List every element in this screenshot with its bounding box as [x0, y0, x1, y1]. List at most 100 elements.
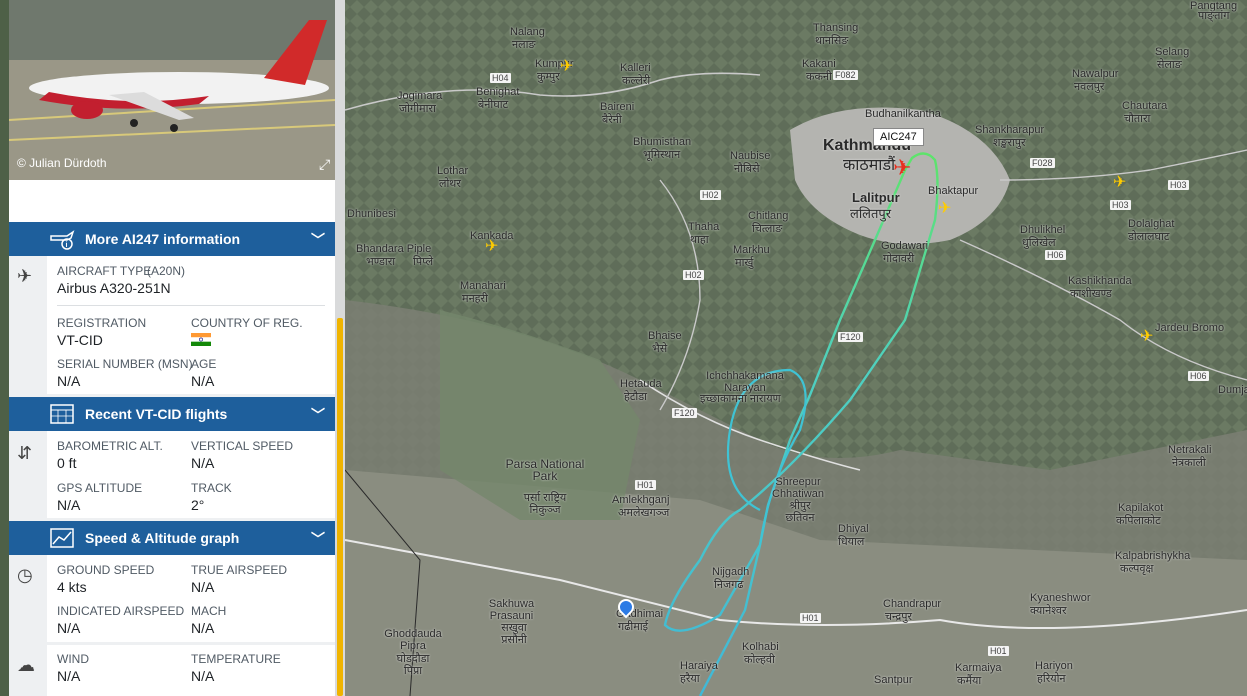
speed-graph-header[interactable]: Speed & Altitude graph ﹀: [9, 521, 335, 555]
indicated-airspeed-label: INDICATED AIRSPEED: [57, 604, 185, 618]
place-label: श्रीपुर छतिवन: [785, 500, 815, 524]
place-label: धियाल: [838, 536, 865, 548]
selected-aircraft-icon[interactable]: ✈: [893, 155, 911, 181]
place-label: चन्द्रपुर: [885, 611, 912, 623]
svg-text:i: i: [66, 242, 68, 249]
place-label: मार्खु: [735, 257, 754, 269]
place-label: Dhunibesi: [347, 208, 396, 220]
place-label: इच्छाकामना नारायण: [700, 393, 781, 405]
place-label: नवलपुर: [1074, 81, 1105, 93]
true-airspeed-label: TRUE AIRSPEED: [191, 563, 288, 577]
aircraft-icon[interactable]: ✈: [560, 56, 573, 76]
place-label: Hetauda: [620, 378, 662, 390]
aircraft-icon[interactable]: ✈: [1113, 172, 1126, 192]
expand-icon[interactable]: ⤢: [319, 156, 330, 173]
photo-credit[interactable]: © Julian Dürdoth: [17, 156, 107, 170]
place-label: Kapilakot: [1118, 502, 1164, 514]
place-label: पाङ्तांग: [1198, 10, 1230, 22]
place-label: Godawari: [881, 240, 929, 252]
place-label: गढीमाई: [618, 621, 649, 633]
road-shield: H03: [1168, 180, 1189, 190]
chevron-down-icon[interactable]: ﹀: [311, 230, 325, 250]
place-label: डोलालघाट: [1128, 231, 1170, 243]
place-label: कल्पवृक्ष: [1120, 563, 1154, 575]
place-label: Benighat: [476, 86, 520, 98]
place-label: शङ्खरापुर: [993, 137, 1026, 149]
place-label: Netrakali: [1168, 444, 1212, 456]
place-label: Nalang: [510, 26, 545, 38]
place-label: Chitlang: [748, 210, 789, 222]
place-label: Bhumisthan: [633, 136, 692, 148]
place-label: Thaha: [688, 221, 720, 233]
place-label: कल्लेरी: [622, 75, 651, 87]
divider: [57, 305, 325, 306]
aircraft-photo[interactable]: © Julian Dürdoth ⤢: [9, 0, 335, 180]
place-label: Lothar: [437, 165, 469, 177]
speedometer-icon: ◷: [17, 565, 33, 585]
chevron-down-icon[interactable]: ﹀: [311, 529, 325, 549]
place-label: Parsa National Park: [505, 457, 585, 483]
true-airspeed-value: N/A: [191, 579, 215, 595]
place-label: Nijgadh: [712, 566, 750, 578]
place-label: Haraiya: [680, 660, 718, 672]
place-label: Nawalpur: [1072, 68, 1119, 80]
vertical-speed-value: N/A: [191, 455, 215, 471]
scrollbar-thumb[interactable]: [337, 318, 343, 696]
aircraft-type-value: Airbus A320-251N: [57, 280, 171, 296]
road-shield: H06: [1045, 250, 1066, 260]
place-label: Kalpabrishykha: [1115, 550, 1191, 562]
place-label: क्यानेश्वर: [1030, 605, 1067, 617]
place-label: घोडदौडा पिप्रा: [396, 653, 430, 677]
place-label: कपिलाकोट: [1116, 515, 1161, 527]
recent-flights-header[interactable]: Recent VT-CID flights ﹀: [9, 397, 335, 431]
info-plane-icon: i: [49, 228, 75, 250]
mach-label: MACH: [191, 604, 227, 618]
panel-spacer: [9, 180, 335, 222]
place-label: निजगढ: [714, 579, 744, 591]
altitude-section: ⇵ BAROMETRIC ALT. 0 ft VERTICAL SPEED N/…: [9, 431, 335, 518]
chevron-down-icon[interactable]: ﹀: [311, 405, 325, 425]
place-label: कोल्हवी: [744, 654, 775, 666]
place-label: भूमिस्थान: [643, 149, 681, 161]
place-label: Chandrapur: [883, 598, 942, 610]
place-label: भैसे: [652, 343, 668, 355]
serial-label: SERIAL NUMBER (MSN): [57, 357, 193, 371]
age-value: N/A: [191, 373, 215, 389]
aircraft-icon[interactable]: ✈: [1140, 326, 1153, 346]
airplane-icon: ✈: [17, 266, 33, 286]
map-edge: [0, 0, 9, 696]
place-label: Baireni: [600, 101, 635, 113]
country-label: COUNTRY OF REG.: [191, 316, 303, 330]
road-shield: H06: [1188, 371, 1209, 381]
place-label: काशीखण्ड: [1070, 288, 1112, 300]
aircraft-icon[interactable]: ✈: [485, 236, 498, 256]
temperature-label: TEMPERATURE: [191, 652, 281, 666]
more-info-header[interactable]: i More AI247 information ﹀: [9, 222, 335, 256]
place-label: Bhandara Piple: [356, 243, 432, 255]
more-info-title: More AI247 information: [85, 231, 241, 247]
place-label: Kashikhanda: [1068, 275, 1132, 287]
indicated-airspeed-value: N/A: [57, 620, 81, 636]
aircraft-image: [9, 0, 335, 180]
place-label: Jardeu Bromo: [1155, 322, 1225, 334]
track-label: TRACK: [191, 481, 232, 495]
place-label: नलाङ: [512, 39, 536, 51]
speed-section: ◷ GROUND SPEED 4 kts TRUE AIRSPEED N/A I…: [9, 555, 335, 642]
aircraft-icon[interactable]: ✈: [938, 198, 951, 218]
registration-label: REGISTRATION: [57, 316, 147, 330]
speed-graph-title: Speed & Altitude graph: [85, 530, 240, 546]
gps-alt-label: GPS ALTITUDE: [57, 481, 143, 495]
place-label: मनहरी: [462, 293, 488, 305]
place-label: लोथर: [439, 178, 461, 190]
ground-speed-value: 4 kts: [57, 579, 87, 595]
india-flag-icon: [191, 333, 211, 346]
road-shield: F082: [833, 70, 858, 80]
place-label: धुलिखेल: [1022, 237, 1056, 249]
place-label: Karmaiya: [955, 662, 1002, 674]
place-label: थाहा: [690, 234, 709, 246]
road-shield: H03: [1110, 200, 1131, 210]
wind-label: WIND: [57, 652, 89, 666]
callsign-label[interactable]: AIC247: [873, 128, 924, 146]
place-label: पर्सा राष्ट्रिय निकुञ्ज: [523, 492, 567, 516]
road-shield: H01: [988, 646, 1009, 656]
